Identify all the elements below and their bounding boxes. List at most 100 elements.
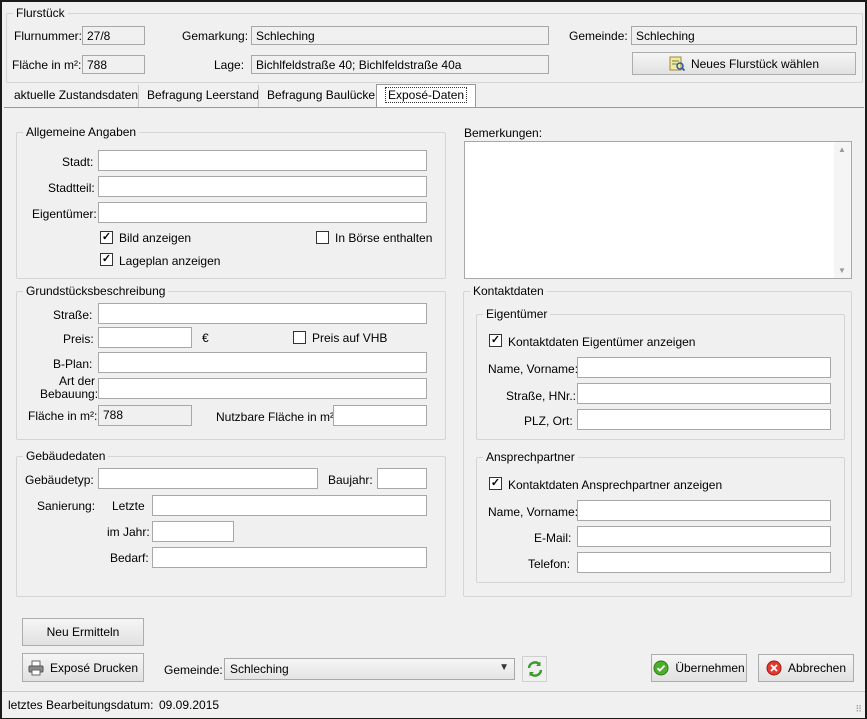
tab-expose-label: Exposé-Daten (385, 87, 468, 103)
bild-checkbox[interactable]: ✓ (100, 231, 113, 244)
sanierung-label: Sanierung: (37, 499, 96, 513)
eig-kontakt-checkbox[interactable]: ✓ (489, 334, 502, 347)
bplan-input[interactable] (98, 352, 427, 373)
stadt-label: Stadt: (62, 155, 94, 169)
printer-icon (28, 660, 44, 676)
telefon-input[interactable] (577, 552, 831, 573)
baujahr-input[interactable] (377, 468, 427, 489)
flaeche-label: Fläche in m²: (12, 58, 82, 72)
boerse-label: In Börse enthalten (335, 231, 433, 245)
neu-ermitteln-label: Neu Ermitteln (46, 625, 120, 639)
gebaeudetyp-label: Gebäudetyp: (25, 473, 94, 487)
eigentuemer-label: Eigentümer: (32, 207, 97, 221)
bedarf-label: Bedarf: (110, 551, 149, 565)
bplan-label: B-Plan: (53, 357, 93, 371)
map-search-icon (669, 56, 686, 72)
lageplan-checkbox[interactable]: ✓ (100, 253, 113, 266)
ansprechpartner-title: Ansprechpartner (483, 450, 578, 464)
stadtteil-input[interactable] (98, 176, 427, 197)
boerse-checkbox[interactable] (316, 231, 329, 244)
ap-name-label: Name, Vorname: (488, 505, 579, 519)
tab-bauluecke[interactable]: Befragung Baulücke (258, 85, 383, 107)
jahr-input[interactable] (152, 521, 234, 542)
art-input[interactable] (98, 378, 427, 399)
expose-drucken-button[interactable]: Exposé Drucken (22, 653, 144, 682)
gemeinde-label: Gemeinde: (569, 29, 628, 43)
baujahr-label: Baujahr: (328, 473, 373, 487)
cancel-icon (766, 660, 782, 676)
gemeinde-field: Schleching (631, 26, 857, 45)
bottom-gemeinde-label: Gemeinde: (164, 663, 223, 677)
lageplan-label: Lageplan anzeigen (119, 254, 221, 268)
jahr-label: im Jahr: (107, 525, 150, 539)
eig-strasse-label: Straße, HNr.: (506, 389, 577, 403)
flaeche-field: 788 (82, 55, 145, 74)
tab-bauluecke-label: Befragung Baulücke (267, 88, 376, 102)
grund-flaeche-label: Fläche in m²: (28, 409, 98, 423)
eig-kontakt-label: Kontaktdaten Eigentümer anzeigen (508, 335, 696, 349)
preis-input[interactable] (98, 327, 192, 348)
resize-grip-icon[interactable]: ⠿ (855, 704, 862, 715)
tab-zustandsdaten[interactable]: aktuelle Zustandsdaten (6, 85, 146, 107)
gebaeudetyp-input[interactable] (98, 468, 318, 489)
neu-ermitteln-button[interactable]: Neu Ermitteln (22, 618, 144, 646)
eigentuemer-input[interactable] (98, 202, 427, 223)
preis-label: Preis: (63, 332, 94, 346)
uebernehmen-label: Übernehmen (675, 661, 745, 675)
allgemein-title: Allgemeine Angaben (23, 125, 140, 139)
nutzbar-input[interactable] (333, 405, 427, 426)
letzte-input[interactable] (152, 495, 427, 516)
letzte-label: Letzte (112, 499, 145, 513)
stadt-input[interactable] (98, 150, 427, 171)
ap-name-input[interactable] (577, 500, 831, 521)
stadtteil-label: Stadtteil: (48, 181, 95, 195)
status-date: 09.09.2015 (159, 698, 220, 712)
gebaeude-title: Gebäudedaten (23, 449, 109, 463)
nutzbar-label: Nutzbare Fläche in m²: (216, 410, 338, 424)
ap-kontakt-label: Kontaktdaten Ansprechpartner anzeigen (508, 478, 723, 492)
bemerkungen-textarea[interactable]: ▲ ▼ (464, 141, 852, 279)
bild-label: Bild anzeigen (119, 231, 192, 245)
abbrechen-label: Abbrechen (787, 661, 847, 675)
strasse-label: Straße: (53, 308, 93, 322)
eig-plz-label: PLZ, Ort: (524, 414, 573, 428)
status-label: letztes Bearbeitungsdatum: (8, 698, 154, 712)
uebernehmen-button[interactable]: Übernehmen (651, 654, 747, 682)
kontakt-title: Kontaktdaten (470, 284, 547, 298)
strasse-input[interactable] (98, 303, 427, 324)
gemeinde-select[interactable]: Schleching ▼ (224, 658, 515, 680)
expose-drucken-label: Exposé Drucken (49, 660, 139, 675)
scroll-down-icon[interactable]: ▼ (838, 266, 846, 275)
flurnummer-field: 27/8 (82, 26, 145, 45)
scroll-up-icon[interactable]: ▲ (838, 145, 846, 154)
currency-label: € (202, 331, 209, 345)
email-input[interactable] (577, 526, 831, 547)
eig-strasse-input[interactable] (577, 383, 831, 404)
vhb-checkbox[interactable] (293, 331, 306, 344)
flurnummer-label: Flurnummer: (14, 29, 83, 43)
refresh-button[interactable] (522, 656, 547, 682)
eigentuemer-title: Eigentümer (483, 307, 551, 321)
ap-kontakt-checkbox[interactable]: ✓ (489, 477, 502, 490)
bemerkungen-scrollbar[interactable]: ▲ ▼ (834, 142, 851, 278)
status-bar: letztes Bearbeitungsdatum: 09.09.2015 ⠿ (2, 691, 865, 718)
gemarkung-field: Schleching (251, 26, 549, 45)
eig-plz-input[interactable] (577, 409, 831, 430)
gemarkung-label: Gemarkung: (182, 29, 249, 43)
lage-field: Bichlfeldstraße 40; Bichlfeldstraße 40a (251, 55, 549, 74)
bedarf-input[interactable] (152, 547, 427, 568)
refresh-icon (526, 660, 544, 678)
lage-label: Lage: (214, 58, 245, 72)
new-flurstueck-button[interactable]: Neues Flurstück wählen (632, 52, 856, 75)
art-label-2: Bebauung: (40, 387, 99, 401)
tab-leerstand[interactable]: Befragung Leerstand (138, 85, 267, 107)
telefon-label: Telefon: (528, 557, 571, 571)
main-window: Flurstück Flurnummer: 27/8 Gemarkung: Sc… (0, 0, 867, 719)
eig-name-input[interactable] (577, 357, 831, 378)
tab-expose[interactable]: Exposé-Daten (376, 84, 477, 108)
check-icon (653, 660, 669, 676)
tab-leerstand-label: Befragung Leerstand (147, 88, 260, 102)
gemeinde-select-value: Schleching (230, 662, 289, 676)
bemerkungen-label: Bemerkungen: (464, 126, 543, 140)
abbrechen-button[interactable]: Abbrechen (758, 654, 854, 682)
